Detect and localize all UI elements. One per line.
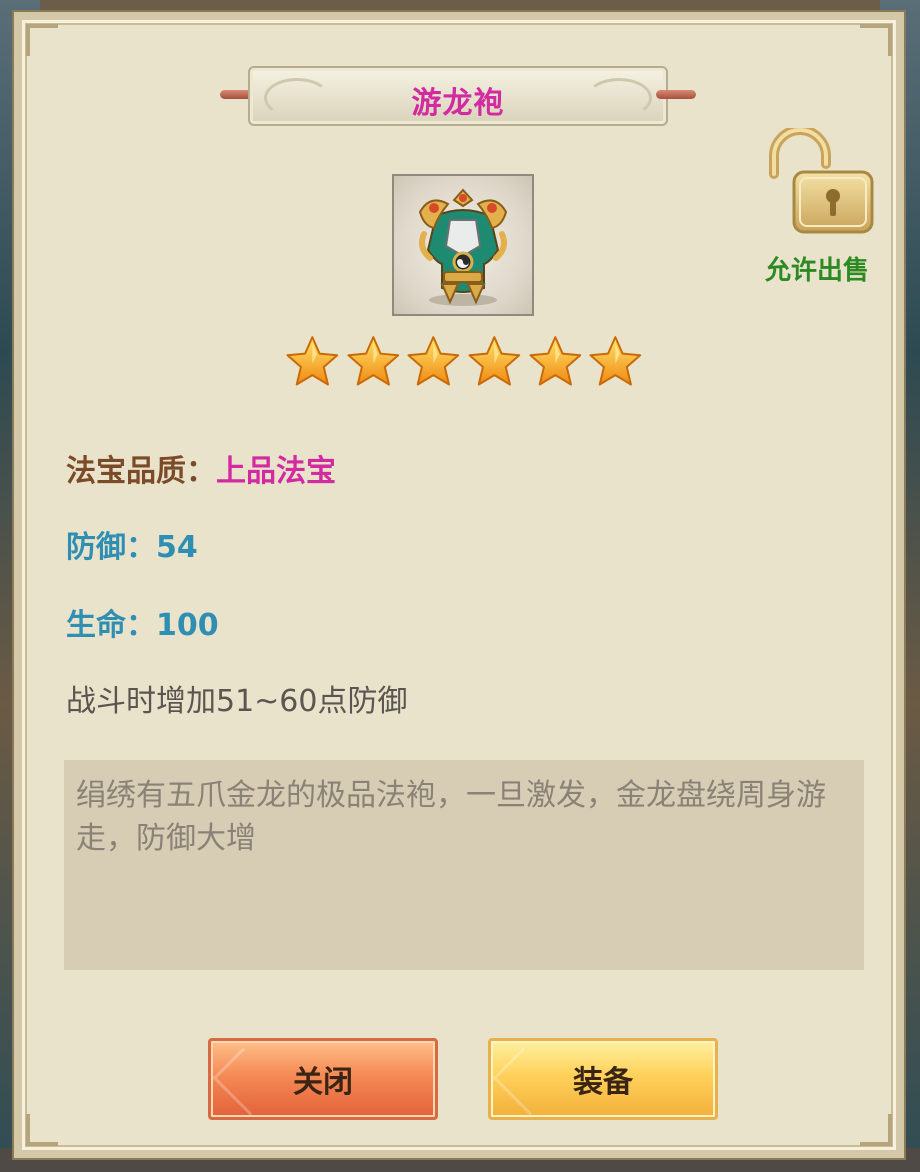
star-icon — [589, 336, 642, 386]
quality-label: 法宝品质： — [66, 454, 216, 489]
title-banner: 游龙袍 — [220, 66, 696, 126]
description-box: 绢绣有五爪金龙的极品法袍，一旦激发，金龙盘绕周身游走，防御大增 — [64, 760, 864, 970]
corner-ornament — [26, 24, 58, 56]
star-rating — [284, 334, 644, 392]
star-icon — [529, 336, 581, 386]
unlocked-padlock-icon — [769, 128, 874, 234]
button-ornament — [212, 1047, 281, 1116]
quality-value: 上品法宝 — [216, 454, 336, 489]
description-text: 绢绣有五爪金龙的极品法袍，一旦激发，金龙盘绕周身游走，防御大增 — [76, 778, 826, 856]
equip-button-label: 装备 — [573, 1065, 633, 1100]
equip-button[interactable]: 装备 — [488, 1038, 718, 1120]
star-icon — [347, 336, 399, 386]
corner-ornament — [860, 24, 892, 56]
item-title: 游龙袍 — [411, 86, 505, 121]
sell-status-label: 允许出售 — [764, 256, 869, 286]
effect-text: 战斗时增加51~60点防御 — [66, 684, 408, 719]
star-icon — [407, 336, 460, 386]
star-icon — [286, 336, 339, 386]
sell-toggle[interactable]: 允许出售 — [752, 128, 882, 288]
health-stat: 生命：100 — [66, 608, 219, 643]
dragon-armor-icon — [418, 188, 508, 306]
scroll-rod-right — [656, 90, 696, 99]
corner-ornament — [860, 1114, 892, 1146]
quality-row: 法宝品质：上品法宝 — [66, 446, 336, 490]
corner-ornament — [26, 1114, 58, 1146]
star-icon — [468, 336, 521, 386]
close-button[interactable]: 关闭 — [208, 1038, 438, 1120]
button-ornament — [492, 1047, 561, 1116]
title-scroll: 游龙袍 — [248, 66, 668, 126]
item-icon-frame — [392, 174, 534, 316]
defense-stat: 防御：54 — [66, 530, 198, 565]
close-button-label: 关闭 — [293, 1065, 353, 1100]
